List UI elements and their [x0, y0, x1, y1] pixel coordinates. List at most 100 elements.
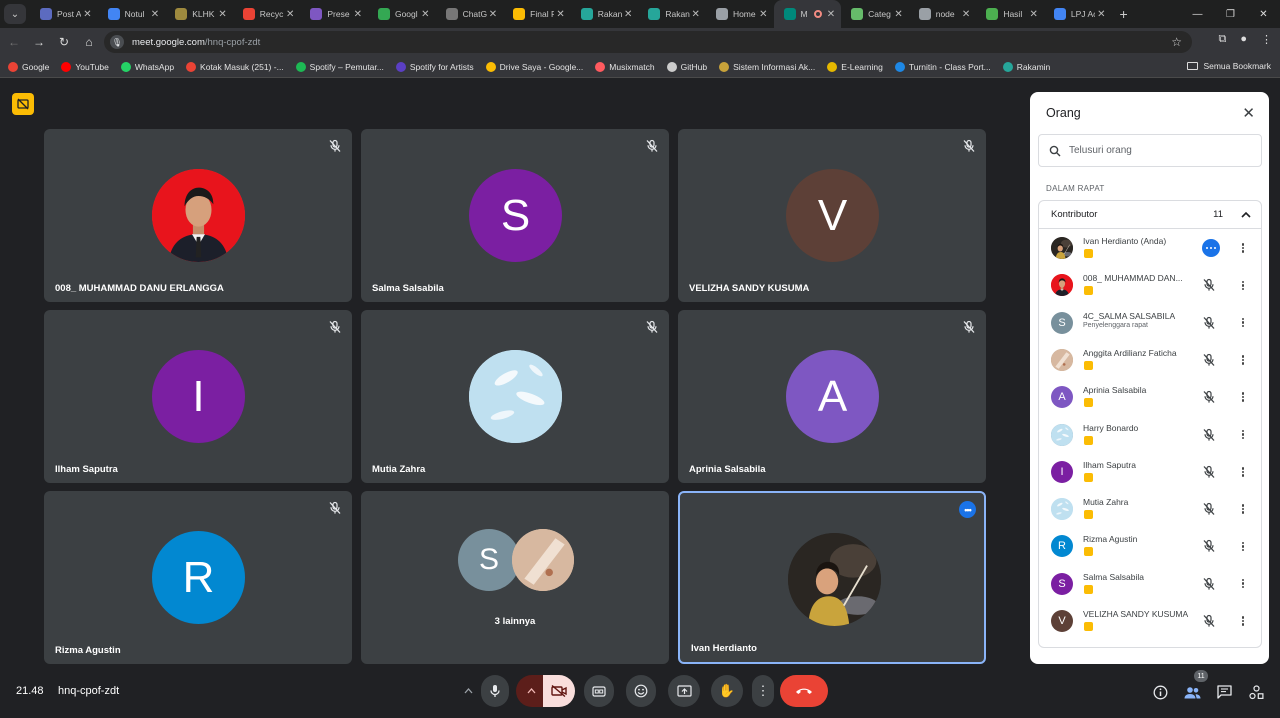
close-panel-icon[interactable]: ✕	[1242, 104, 1255, 122]
participant-tile[interactable]: V VELIZHA SANDY KUSUMA	[678, 129, 986, 302]
people-button[interactable]	[1183, 683, 1201, 701]
bookmark-item[interactable]: YouTube	[61, 61, 109, 72]
participant-tile[interactable]: Mutia Zahra	[361, 310, 669, 483]
close-tab-icon[interactable]: ✕	[1097, 9, 1105, 20]
close-tab-icon[interactable]: ✕	[286, 9, 294, 20]
bookmark-item[interactable]: Drive Saya - Google...	[485, 61, 583, 72]
more-vert-icon[interactable]	[1235, 389, 1251, 405]
more-vert-icon[interactable]	[1235, 464, 1251, 480]
tab-item[interactable]: Post A ✕	[30, 0, 98, 28]
participant-tile[interactable]: A Aprinia Salsabila	[678, 310, 986, 483]
mic-off-icon[interactable]	[1202, 390, 1216, 404]
close-tab-icon[interactable]: ✕	[759, 9, 767, 20]
camera-button[interactable]	[543, 675, 575, 707]
participant-row[interactable]: S 4C_SALMA SALSABILA Penyelenggara rapat	[1039, 305, 1263, 342]
tab-item[interactable]: KLHK ✕	[165, 0, 233, 28]
chat-button[interactable]	[1215, 683, 1233, 701]
bookmark-item[interactable]: E-Learning	[827, 61, 883, 72]
reload-icon[interactable]: ↻	[53, 35, 75, 49]
tab-item[interactable]: ChatG ✕	[436, 0, 504, 28]
close-tab-icon[interactable]: ✕	[489, 9, 497, 20]
participant-tile[interactable]: S 3 lainnya	[361, 491, 669, 664]
bookmark-item[interactable]: Google	[8, 61, 49, 72]
activities-button[interactable]	[1247, 683, 1265, 701]
participant-row[interactable]: Harry Bonardo	[1039, 417, 1263, 454]
more-vert-icon[interactable]	[1235, 538, 1251, 554]
close-tab-icon[interactable]: ✕	[151, 9, 159, 20]
more-vert-icon[interactable]	[1235, 427, 1251, 443]
maximize-icon[interactable]: ❐	[1214, 0, 1247, 28]
participant-row[interactable]: R Rizma Agustin	[1039, 528, 1263, 565]
mic-off-icon[interactable]	[1202, 614, 1216, 628]
participant-tile[interactable]: 008_ MUHAMMAD DANU ERLANGGA	[44, 129, 352, 302]
close-tab-icon[interactable]: ✕	[827, 9, 835, 20]
close-tab-icon[interactable]: ✕	[894, 9, 902, 20]
participant-row[interactable]: 008_ MUHAMMAD DAN...	[1039, 267, 1263, 304]
contributors-header[interactable]: Kontributor 11	[1039, 201, 1261, 229]
bookmark-item[interactable]: Rakamin	[1002, 61, 1050, 72]
more-vert-icon[interactable]	[1235, 277, 1251, 293]
audio-options-button[interactable]	[455, 675, 481, 707]
recording-badge[interactable]	[12, 93, 34, 115]
mic-off-icon[interactable]	[1202, 465, 1216, 479]
leave-call-button[interactable]	[780, 675, 828, 707]
extensions-icon[interactable]: ⧉	[1218, 33, 1226, 46]
close-tab-icon[interactable]: ✕	[962, 9, 970, 20]
tab-item[interactable]: Rakan ✕	[638, 0, 706, 28]
close-tab-icon[interactable]: ✕	[83, 9, 91, 20]
participant-tile[interactable]: Ivan Herdianto •••	[678, 491, 986, 664]
captions-button[interactable]	[584, 675, 614, 707]
tab-item[interactable]: Hasil ✕	[976, 0, 1044, 28]
tab-item[interactable]: Rakan ✕	[571, 0, 639, 28]
bookmark-star-icon[interactable]: ☆	[1171, 35, 1182, 49]
minimize-icon[interactable]: —	[1181, 0, 1214, 28]
tab-item[interactable]: Notul ✕	[98, 0, 166, 28]
forward-icon[interactable]: →	[28, 35, 50, 49]
address-bar[interactable]: 🎙 meet.google.com /hnq-cpof-zdt ☆	[104, 31, 1192, 53]
bookmark-item[interactable]: Kotak Masuk (251) -...	[186, 61, 284, 72]
tab-item[interactable]: Final F ✕	[503, 0, 571, 28]
bookmark-item[interactable]: Musixmatch	[595, 61, 655, 72]
tab-item[interactable]: Recyc ✕	[233, 0, 301, 28]
participant-row[interactable]: V VELIZHA SANDY KUSUMA	[1039, 603, 1263, 640]
mic-off-icon[interactable]	[1202, 539, 1216, 553]
search-people-input[interactable]: Telusuri orang	[1038, 134, 1262, 167]
more-vert-icon[interactable]	[1235, 576, 1251, 592]
tab-item[interactable]: Googl ✕	[368, 0, 436, 28]
mic-button[interactable]	[481, 675, 509, 707]
participant-row[interactable]: Mutia Zahra	[1039, 491, 1263, 528]
participant-tile[interactable]: S Salma Salsabila	[361, 129, 669, 302]
mic-off-icon[interactable]	[1202, 316, 1216, 330]
close-tab-icon[interactable]: ✕	[218, 9, 226, 20]
participant-row[interactable]: S Salma Salsabila	[1039, 566, 1263, 603]
meeting-details-button[interactable]	[1151, 683, 1169, 701]
close-tab-icon[interactable]: ✕	[421, 9, 429, 20]
bookmark-item[interactable]: GitHub	[666, 61, 707, 72]
participant-tile[interactable]: R Rizma Agustin	[44, 491, 352, 664]
back-icon[interactable]: ←	[3, 35, 25, 49]
close-tab-icon[interactable]: ✕	[354, 9, 362, 20]
participant-row[interactable]: A Aprinia Salsabila	[1039, 379, 1263, 416]
site-info-icon[interactable]: 🎙	[110, 35, 124, 49]
bookmark-item[interactable]: Turnitin - Class Port...	[894, 61, 991, 72]
tab-item[interactable]: Prese ✕	[300, 0, 368, 28]
bookmark-item[interactable]: Sistem Informasi Ak...	[719, 61, 815, 72]
tab-item[interactable]: Categ ✕	[841, 0, 909, 28]
mic-off-icon[interactable]	[1202, 353, 1216, 367]
video-options-button[interactable]	[516, 675, 546, 707]
tab-item[interactable]: node ✕	[909, 0, 977, 28]
close-window-icon[interactable]: ✕	[1247, 0, 1280, 28]
more-vert-icon[interactable]	[1235, 240, 1251, 256]
bookmark-item[interactable]: WhatsApp	[120, 61, 174, 72]
close-tab-icon[interactable]: ✕	[624, 9, 632, 20]
participant-row[interactable]: Anggita Ardilianz Faticha	[1039, 342, 1263, 379]
participant-tile[interactable]: I Ilham Saputra	[44, 310, 352, 483]
more-vert-icon[interactable]	[1235, 352, 1251, 368]
all-bookmarks-button[interactable]: Semua Bookmark	[1187, 61, 1271, 71]
more-vert-icon[interactable]	[1235, 315, 1251, 331]
present-button[interactable]	[668, 675, 700, 707]
bookmark-item[interactable]: Spotify for Artists	[395, 61, 474, 72]
more-options-button[interactable]: ⋮	[752, 675, 774, 707]
bookmark-item[interactable]: Spotify – Pemutar...	[295, 61, 384, 72]
close-tab-icon[interactable]: ✕	[556, 9, 564, 20]
